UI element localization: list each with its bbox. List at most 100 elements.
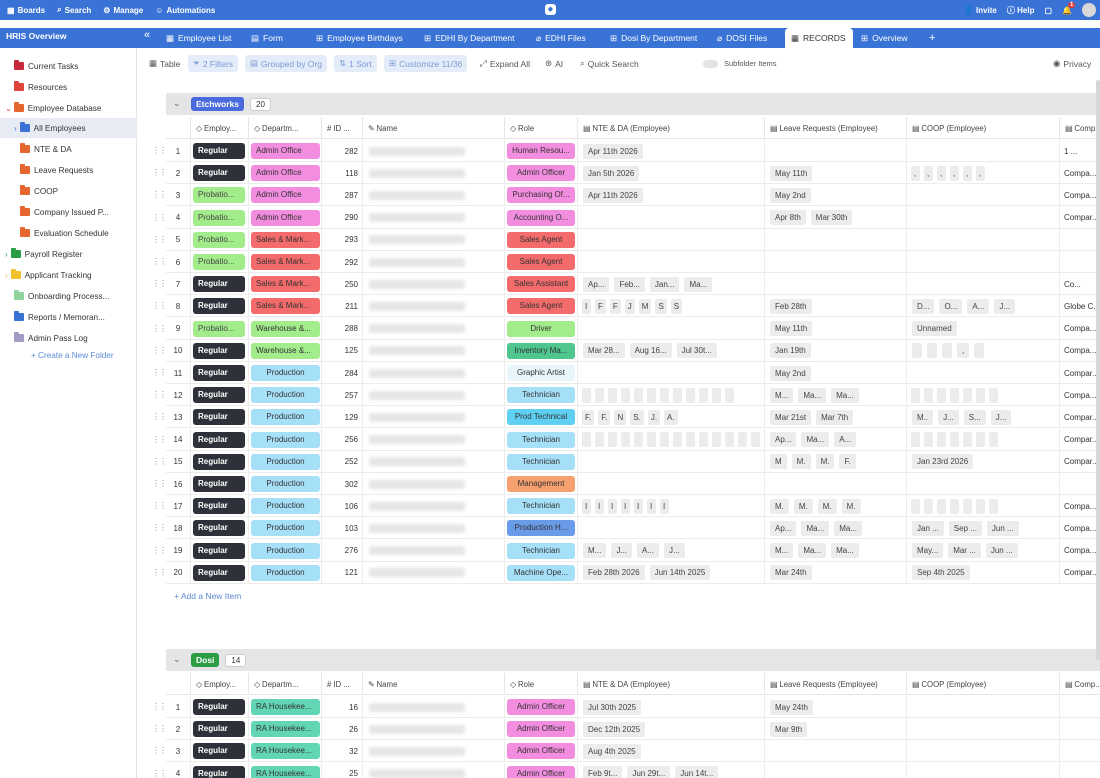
name-cell[interactable] xyxy=(362,428,504,451)
employment-status-cell[interactable]: Probatio... xyxy=(190,251,248,273)
nte-da-cell[interactable]: Aug 4th 2025 xyxy=(577,740,764,763)
linked-record-chip[interactable]: S xyxy=(670,298,683,314)
company-cell[interactable] xyxy=(1059,473,1100,495)
leave-requests-cell[interactable]: May 24th xyxy=(764,696,906,718)
company-cell[interactable]: Compar... xyxy=(1059,450,1100,473)
nte-da-cell[interactable] xyxy=(577,428,764,451)
linked-record-chip[interactable] xyxy=(924,387,933,403)
linked-record-chip[interactable]: Mar 7th xyxy=(816,409,854,425)
nte-da-cell[interactable] xyxy=(577,206,764,229)
linked-record-chip[interactable]: Mar 28... xyxy=(583,343,625,359)
linked-record-chip[interactable]: Feb 28th xyxy=(770,298,812,314)
role-cell[interactable]: Machine Ope... xyxy=(504,561,577,584)
linked-record-chip[interactable]: Ap... xyxy=(770,432,797,448)
linked-record-chip[interactable] xyxy=(751,432,760,448)
linked-record-chip[interactable]: F. xyxy=(839,454,856,470)
leave-requests-cell[interactable]: Ap... Ma... Ma... xyxy=(764,517,906,540)
vertical-scrollbar[interactable] xyxy=(1096,80,1100,660)
linked-record-chip[interactable] xyxy=(634,432,643,448)
linked-record-chip[interactable] xyxy=(582,432,591,448)
linked-record-chip[interactable]: , xyxy=(924,165,933,181)
ai-button[interactable]: ⊛ AI xyxy=(540,55,568,72)
department-cell[interactable]: Production xyxy=(248,428,321,451)
linked-record-chip[interactable]: I xyxy=(621,498,630,514)
drag-handle-icon[interactable]: ⋮⋮ xyxy=(152,390,167,399)
coop-cell[interactable]: , xyxy=(906,339,1059,362)
leave-requests-cell[interactable]: May 11th xyxy=(764,162,906,185)
employment-status-cell[interactable]: Regular xyxy=(190,450,248,473)
table-row[interactable]: ⋮⋮ 1 Regular Admin Office 282 Human Resou... A… xyxy=(152,140,1100,162)
table-row[interactable]: ⋮⋮ 11 Regular Production 284 Graphic Artist Ma… xyxy=(152,362,1100,384)
id-cell[interactable]: 250 xyxy=(321,273,362,296)
company-cell[interactable] xyxy=(1059,740,1100,763)
company-cell[interactable]: Compa... xyxy=(1059,539,1100,562)
drag-handle-icon[interactable]: ⋮⋮ xyxy=(152,412,167,421)
name-cell[interactable] xyxy=(362,295,504,318)
table-row[interactable]: ⋮⋮ 3 Probatio... Admin Office 287 Purchasing … xyxy=(152,184,1100,207)
coop-cell[interactable] xyxy=(906,384,1059,407)
linked-record-chip[interactable]: M. xyxy=(817,498,837,514)
role-cell[interactable]: Accounting O... xyxy=(504,206,577,229)
drag-handle-icon[interactable]: ⋮⋮ xyxy=(152,546,167,555)
employment-status-cell[interactable]: Regular xyxy=(190,339,248,362)
linked-record-chip[interactable] xyxy=(974,343,985,359)
table-row[interactable]: ⋮⋮ 2 Regular RA Housekee... 26 Admin Officer D… xyxy=(152,718,1100,741)
id-cell[interactable]: 129 xyxy=(321,406,362,429)
id-cell[interactable]: 293 xyxy=(321,228,362,251)
id-cell[interactable]: 290 xyxy=(321,206,362,229)
employment-status-cell[interactable]: Regular xyxy=(190,517,248,540)
linked-record-chip[interactable] xyxy=(937,387,946,403)
column-header[interactable]: ◇ Role xyxy=(504,117,577,139)
table-row[interactable]: ⋮⋮ 10 Regular Warehouse &... 125 Inventory Ma… xyxy=(152,339,1100,362)
coop-cell[interactable] xyxy=(906,740,1059,763)
name-cell[interactable] xyxy=(362,718,504,741)
create-folder-button[interactable]: + Create a New Folder xyxy=(0,345,137,365)
tab-employee-birthdays[interactable]: ⊞ Employee Birthdays xyxy=(310,28,409,48)
nte-da-cell[interactable]: Jan 5th 2026 xyxy=(577,162,764,185)
id-cell[interactable]: 276 xyxy=(321,539,362,562)
company-cell[interactable]: Globe C... xyxy=(1059,295,1100,318)
leave-requests-cell[interactable] xyxy=(764,473,906,495)
leave-requests-cell[interactable]: Mar 24th xyxy=(764,561,906,584)
company-cell[interactable]: Compar... xyxy=(1059,406,1100,429)
nte-da-cell[interactable]: M... J... A... J... xyxy=(577,539,764,562)
name-cell[interactable] xyxy=(362,228,504,251)
linked-record-chip[interactable]: Dec 12th 2025 xyxy=(583,721,646,737)
drag-handle-icon[interactable]: ⋮⋮ xyxy=(152,523,167,532)
column-header[interactable]: ▤ Comp... xyxy=(1059,673,1100,695)
linked-record-chip[interactable] xyxy=(927,343,937,359)
search-button[interactable]: ⌕ Search xyxy=(57,5,91,15)
company-cell[interactable]: Compa... xyxy=(1059,162,1100,185)
coop-cell[interactable] xyxy=(906,206,1059,229)
department-cell[interactable]: Sales & Mark... xyxy=(248,251,321,273)
id-cell[interactable]: 288 xyxy=(321,317,362,340)
linked-record-chip[interactable]: I xyxy=(595,498,604,514)
role-cell[interactable]: Sales Agent xyxy=(504,251,577,273)
table-row[interactable]: ⋮⋮ 15 Regular Production 252 Technician M M. M. F… xyxy=(152,450,1100,473)
id-cell[interactable]: 121 xyxy=(321,561,362,584)
nte-da-cell[interactable]: Jul 30th 2025 xyxy=(577,696,764,718)
id-cell[interactable]: 252 xyxy=(321,450,362,473)
company-cell[interactable]: Compar... xyxy=(1059,362,1100,384)
linked-record-chip[interactable]: S xyxy=(655,298,667,314)
linked-record-chip[interactable] xyxy=(621,387,630,403)
linked-record-chip[interactable]: D... xyxy=(912,298,935,314)
role-cell[interactable]: Admin Officer xyxy=(504,762,577,778)
linked-record-chip[interactable]: Ma... xyxy=(798,543,827,559)
linked-record-chip[interactable]: , xyxy=(963,165,972,181)
id-cell[interactable]: 16 xyxy=(321,696,362,718)
company-cell[interactable]: Compa... xyxy=(1059,339,1100,362)
employment-status-cell[interactable]: Regular xyxy=(190,561,248,584)
linked-record-chip[interactable]: Jun ... xyxy=(985,543,1018,559)
linked-record-chip[interactable]: May... xyxy=(912,543,944,559)
role-cell[interactable]: Sales Agent xyxy=(504,228,577,251)
nte-da-cell[interactable] xyxy=(577,384,764,407)
linked-record-chip[interactable]: S... xyxy=(963,409,986,425)
company-cell[interactable]: Compar... xyxy=(1059,561,1100,584)
column-header[interactable]: ◇ Employ... xyxy=(190,673,248,695)
department-cell[interactable]: Production xyxy=(248,517,321,540)
linked-record-chip[interactable]: Sep ... xyxy=(948,520,982,536)
linked-record-chip[interactable]: M. xyxy=(793,498,813,514)
id-cell[interactable]: 103 xyxy=(321,517,362,540)
linked-record-chip[interactable] xyxy=(924,498,933,514)
